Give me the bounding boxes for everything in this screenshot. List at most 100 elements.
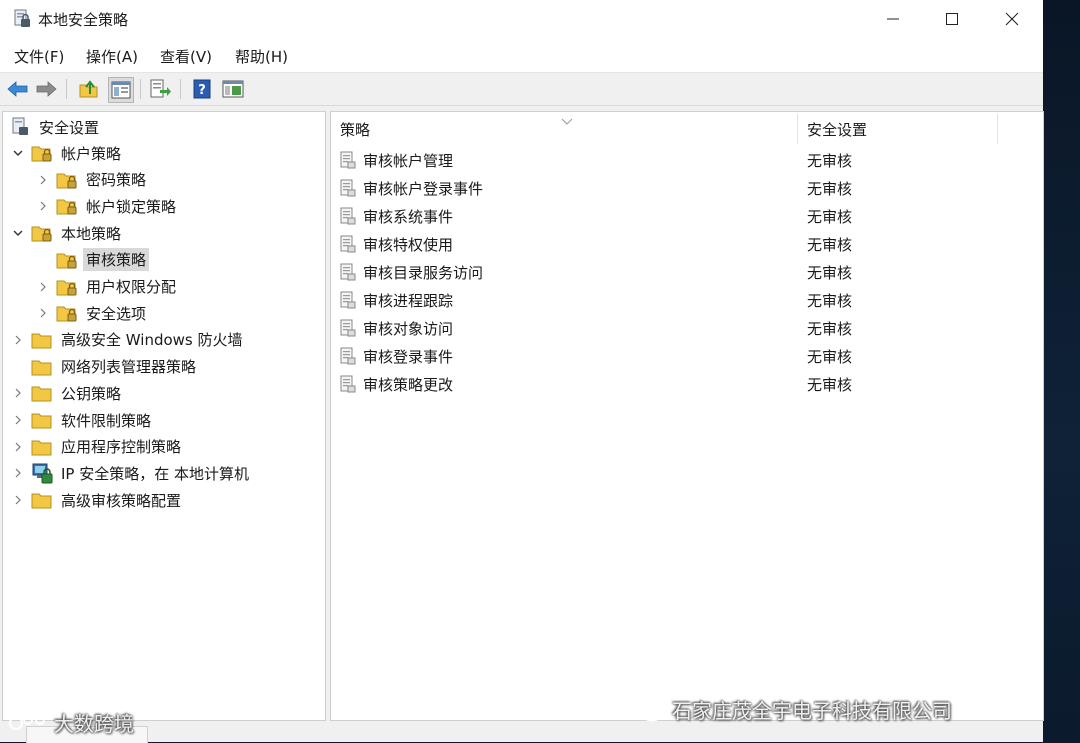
watermark-left: 大数跨境 <box>8 708 134 737</box>
export-list-button[interactable] <box>148 77 172 101</box>
policy-setting: 无审核 <box>807 151 853 170</box>
tree-item[interactable]: 密码策略 <box>36 168 149 192</box>
maximize-button[interactable] <box>922 0 982 38</box>
chevron-right-icon[interactable] <box>36 280 50 294</box>
tree-item[interactable]: 应用程序控制策略 <box>11 435 184 459</box>
tree-item[interactable]: 帐户策略 <box>11 141 124 165</box>
policy-setting: 无审核 <box>807 207 853 226</box>
watermark-right: 石家庄茂全宇电子科技有限公司 <box>622 694 952 724</box>
tree-item[interactable]: 用户权限分配 <box>36 275 179 299</box>
policy-name: 审核策略更改 <box>363 375 454 394</box>
chevron-right-icon[interactable] <box>11 386 25 400</box>
tree-label: 帐户锁定策略 <box>86 197 177 216</box>
chevron-right-icon[interactable] <box>11 413 25 427</box>
help-button[interactable]: ? <box>190 77 214 101</box>
tree-item[interactable]: 安全选项 <box>36 301 149 325</box>
policy-setting: 无审核 <box>807 263 853 282</box>
policy-setting: 无审核 <box>807 179 853 198</box>
status-bar <box>0 722 1043 743</box>
menu-action[interactable]: 操作(A) <box>86 46 138 67</box>
menu-file[interactable]: 文件(F) <box>14 46 64 67</box>
policy-setting: 无审核 <box>807 347 853 366</box>
policy-name: 审核帐户登录事件 <box>363 179 484 198</box>
chevron-down-icon[interactable] <box>11 226 25 240</box>
policy-name: 审核目录服务访问 <box>363 263 484 282</box>
policy-icon <box>339 263 357 281</box>
back-button[interactable] <box>6 77 30 101</box>
window-title: 本地安全策略 <box>38 11 129 29</box>
pane-splitter[interactable] <box>326 111 329 721</box>
policy-row[interactable]: 审核进程跟踪 无审核 <box>339 287 1029 313</box>
folder-icon <box>31 409 53 431</box>
column-header-security-setting[interactable]: 安全设置 <box>807 112 997 146</box>
policy-row[interactable]: 审核策略更改 无审核 <box>339 371 1029 397</box>
chevron-right-icon[interactable] <box>36 173 50 187</box>
policy-icon <box>339 375 357 393</box>
export-list-icon <box>150 79 171 98</box>
up-one-level-button[interactable] <box>77 77 101 101</box>
policy-row[interactable]: 审核目录服务访问 无审核 <box>339 259 1029 285</box>
policy-icon <box>339 319 357 337</box>
tree-item[interactable]: 帐户锁定策略 <box>36 194 179 218</box>
tree-item[interactable]: 软件限制策略 <box>11 408 154 432</box>
console-button[interactable] <box>221 77 245 101</box>
policy-row[interactable]: 审核帐户登录事件 无审核 <box>339 175 1029 201</box>
tree-label: 安全设置 <box>39 118 100 137</box>
forward-button[interactable] <box>34 77 58 101</box>
tree-root[interactable]: 安全设置 <box>9 115 102 139</box>
chevron-down-icon[interactable] <box>11 146 25 160</box>
column-separator[interactable] <box>997 114 998 144</box>
policy-name: 审核帐户管理 <box>363 151 454 170</box>
policy-row[interactable]: 审核对象访问 无审核 <box>339 315 1029 341</box>
column-separator[interactable] <box>797 114 798 144</box>
chevron-right-icon[interactable] <box>36 199 50 213</box>
policy-icon <box>339 235 357 253</box>
console-icon <box>222 80 244 98</box>
locked-folder-icon <box>31 222 53 244</box>
ip-security-icon <box>31 462 53 484</box>
policy-icon <box>339 207 357 225</box>
menu-view[interactable]: 查看(V) <box>160 46 212 67</box>
show-hide-tree-button[interactable] <box>108 77 134 103</box>
tree-item[interactable]: 本地策略 <box>11 221 124 245</box>
watermark-text: 大数跨境 <box>54 712 134 736</box>
locked-folder-icon <box>31 142 53 164</box>
policy-setting: 无审核 <box>807 291 853 310</box>
folder-icon <box>31 382 53 404</box>
policy-name: 审核对象访问 <box>363 319 454 338</box>
chevron-right-icon[interactable] <box>11 440 25 454</box>
tree-label: 密码策略 <box>86 171 147 190</box>
watermark-logo-icon <box>9 714 45 730</box>
policy-row[interactable]: 审核帐户管理 无审核 <box>339 147 1029 173</box>
chevron-right-icon[interactable] <box>36 306 50 320</box>
policy-name: 审核系统事件 <box>363 207 454 226</box>
forward-arrow-icon <box>36 81 57 97</box>
tree-label: 应用程序控制策略 <box>61 438 182 457</box>
policy-icon <box>339 151 357 169</box>
tree-label: 帐户策略 <box>61 144 122 163</box>
up-folder-icon <box>79 80 98 98</box>
tree-item[interactable]: 网络列表管理器策略 <box>11 355 199 379</box>
policy-row[interactable]: 审核特权使用 无审核 <box>339 231 1029 257</box>
minimize-button[interactable] <box>863 0 923 38</box>
folder-icon <box>31 489 53 511</box>
chevron-right-icon[interactable] <box>11 493 25 507</box>
policy-icon <box>339 179 357 197</box>
tree-item[interactable]: IP 安全策略，在 本地计算机 <box>11 461 252 485</box>
policy-row[interactable]: 审核登录事件 无审核 <box>339 343 1029 369</box>
close-button[interactable] <box>982 0 1042 38</box>
tree-item[interactable]: 高级审核策略配置 <box>11 488 184 512</box>
menu-help[interactable]: 帮助(H) <box>235 46 288 67</box>
show-hide-tree-icon <box>111 81 131 99</box>
chevron-right-icon[interactable] <box>11 333 25 347</box>
tree-item[interactable]: 高级安全 Windows 防火墙 <box>11 328 246 352</box>
tree-pane: 安全设置 帐户策略密码策略帐户锁定策略本地策略审核策略用户权限分配 安全选项高级安… <box>2 111 326 721</box>
maximize-icon <box>946 13 958 25</box>
tree-item[interactable]: 审核策略 <box>36 248 150 272</box>
watermark-text: 石家庄茂全宇电子科技有限公司 <box>672 698 952 723</box>
policy-row[interactable]: 审核系统事件 无审核 <box>339 203 1029 229</box>
tree-item[interactable]: 公钥策略 <box>11 381 124 405</box>
chevron-right-icon[interactable] <box>11 466 25 480</box>
desktop-background <box>1043 0 1080 742</box>
